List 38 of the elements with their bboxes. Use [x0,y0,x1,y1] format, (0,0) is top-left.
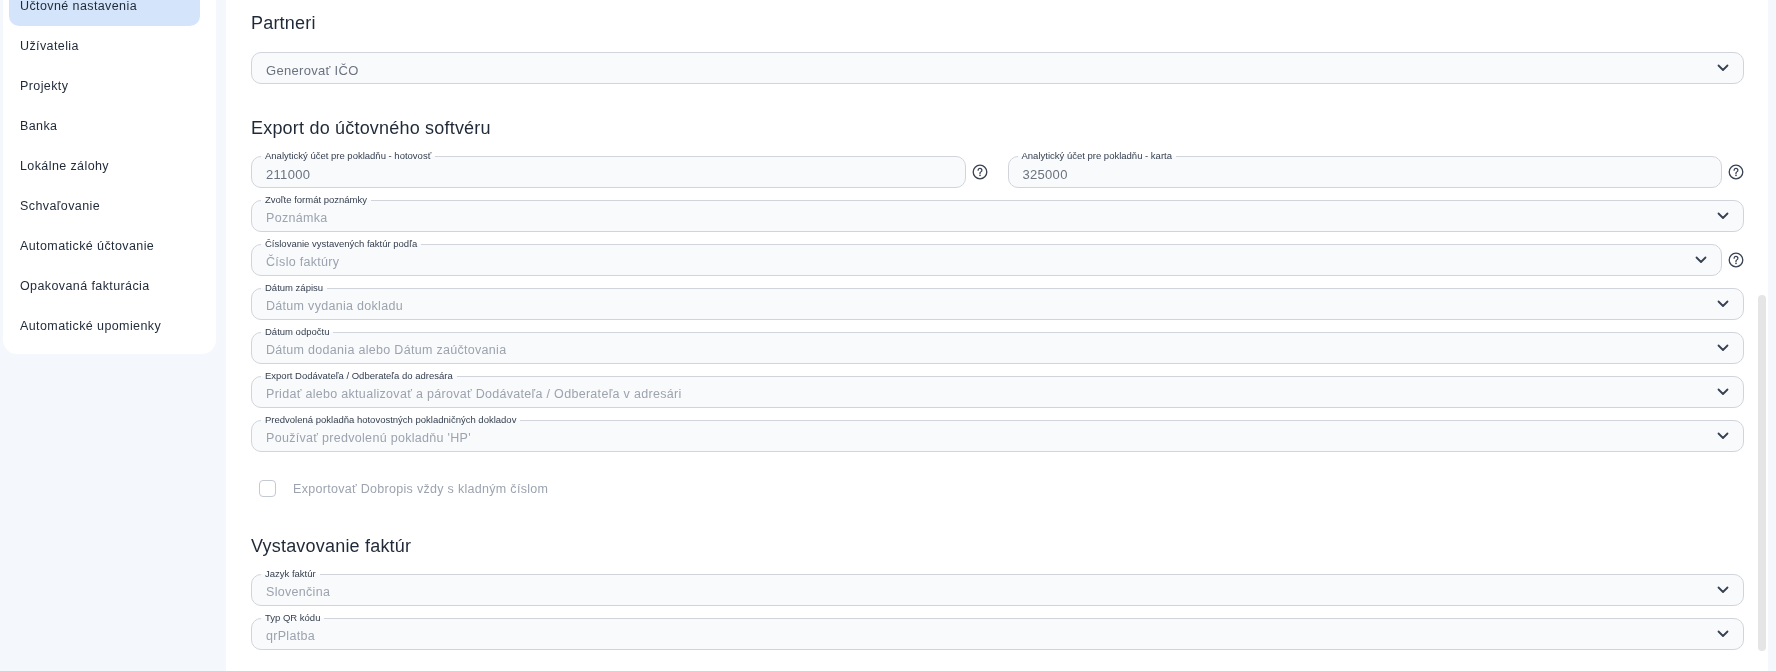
select-field[interactable]: Číslovanie vystavených faktúr podľa Číslo faktúry [251,238,1722,276]
scrollbar[interactable] [1758,295,1766,651]
sidebar-item[interactable]: Automatické upomienky [9,306,200,346]
help-icon[interactable] [971,164,988,180]
select-field[interactable]: Generovať IČO [251,46,1744,84]
select-field[interactable]: Dátum odpočtu Dátum dodania alebo Dátum zaúčtovania [251,326,1744,364]
checkbox[interactable] [259,480,276,497]
chevron-down-icon [1717,212,1729,220]
chevron-down-icon [1717,586,1729,594]
help-icon[interactable] [1728,164,1744,180]
chevron-down-icon [1695,256,1707,264]
sidebar-item[interactable]: Schvaľovanie [9,186,200,226]
help-icon[interactable] [1728,252,1744,268]
sidebar-item[interactable]: Lokálne zálohy [9,146,200,186]
sidebar-item[interactable]: Projekty [9,66,200,106]
sidebar-item[interactable]: Automatické účtovanie [9,226,200,266]
section-title: Partneri [251,12,317,35]
select-field[interactable]: Typ QR kódu qrPlatba [251,612,1744,650]
select-field[interactable]: Export Dodávateľa / Odberateľa do adresára Pridať alebo aktualizovať a párovať Dodávateľa / Odberateľa v adresári [251,370,1744,408]
select-field[interactable]: Zvoľte formát poznámky Poznámka [251,194,1744,232]
select-field[interactable]: Dátum zápisu Dátum vydania dokladu [251,282,1744,320]
select-field[interactable]: Jazyk faktúr Slovenčina [251,568,1744,606]
section-title: Vystavovanie faktúr [251,535,413,558]
chevron-down-icon [1717,344,1729,352]
text-field[interactable]: Analytický účet pre pokladňu - karta 325000 [1007,150,1722,188]
chevron-down-icon [1717,630,1729,638]
select-field[interactable]: Predvolená pokladňa hotovostných pokladničných dokladov Používať predvolenú pokladňu 'HP' [251,414,1744,452]
sidebar-item[interactable]: Užívatelia [9,26,200,66]
chevron-down-icon [1717,388,1729,396]
chevron-down-icon [1717,64,1729,72]
text-field[interactable]: Analytický účet pre pokladňu - hotovosť 211000 [251,150,966,188]
checkbox-label: Exportovať Dobropis vždy s kladným číslom [293,481,549,496]
section-title: Export do účtovného softvéru [251,117,492,140]
sidebar-item[interactable]: Opakovaná fakturácia [9,266,200,306]
chevron-down-icon [1717,432,1729,440]
chevron-down-icon [1717,300,1729,308]
sidebar-item[interactable]: Banka [9,106,200,146]
sidebar-item[interactable]: Účtovné nastavenia [9,0,200,26]
